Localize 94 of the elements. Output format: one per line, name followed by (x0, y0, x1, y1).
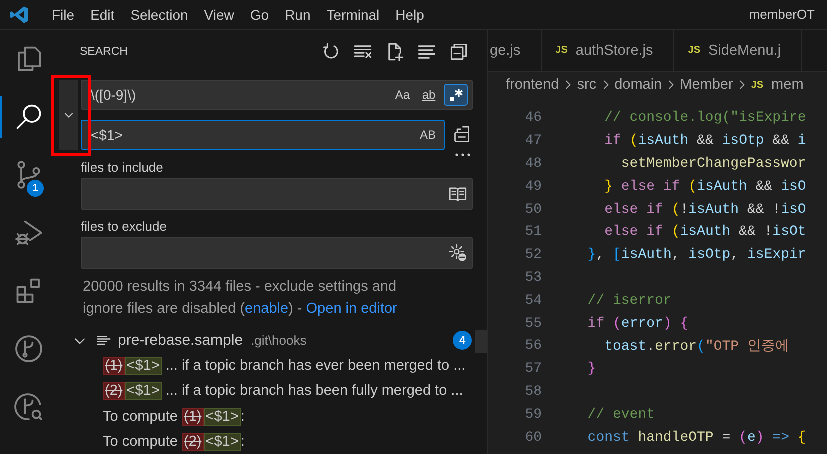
removed-text[interactable]: (2) (103, 382, 125, 400)
line-number: 57 (524, 361, 542, 378)
line-number: 54 (524, 292, 542, 309)
menu-item[interactable]: Terminal (318, 6, 388, 22)
include-field[interactable] (81, 178, 473, 210)
line-number: 52 (524, 247, 542, 264)
menu-item[interactable]: File (44, 6, 83, 22)
js-file-icon: JS (556, 45, 568, 56)
menu-item[interactable]: Run (277, 6, 319, 22)
new-file-icon[interactable] (386, 43, 404, 61)
match-context[interactable]: : (240, 408, 245, 425)
file-path: .git\hooks (251, 333, 308, 348)
inserted-text[interactable]: <$1> (124, 382, 162, 400)
match-context[interactable]: : (240, 434, 245, 450)
refresh-icon[interactable] (322, 43, 340, 61)
breadcrumb-item[interactable]: frontend (506, 77, 560, 93)
code-line: if (isAuth && isOtp && i (604, 133, 806, 150)
run-debug-icon[interactable] (14, 218, 44, 248)
menu-item[interactable]: Edit (82, 6, 123, 22)
inserted-text[interactable]: <$1> (204, 433, 241, 452)
js-file-icon: JS (751, 80, 764, 90)
inserted-text[interactable]: <$1> (124, 356, 162, 375)
line-number: 60 (524, 430, 542, 446)
replace-all-icon[interactable] (453, 126, 471, 144)
breadcrumb-item[interactable]: src (577, 77, 597, 93)
breadcrumb-item[interactable]: mem (772, 77, 804, 93)
gear-icon[interactable] (449, 244, 467, 262)
code-line: else if (isAuth && !isOt (604, 224, 806, 240)
line-number: 59 (524, 406, 542, 423)
list-icon[interactable] (418, 43, 436, 61)
code-line: } else if (isAuth && isO (604, 178, 806, 195)
line-number: 46 (524, 110, 542, 126)
logo-icon (10, 4, 30, 24)
code-line: }, [isAuth, isOtp, isExpir (586, 247, 806, 264)
code-line: // console.log("isExpire (604, 110, 806, 126)
code-line: if (error) { (586, 316, 689, 332)
code-line: const handleOTP = (e) => { (586, 430, 806, 446)
preserve-case-toggle[interactable]: AB (416, 124, 440, 146)
match-context[interactable]: ... if a topic branch has ever been merged to ... (162, 358, 466, 374)
file-lines-icon (97, 334, 111, 348)
ellipsis-icon[interactable] (454, 153, 472, 157)
js-file-icon: JS (688, 45, 700, 56)
line-number: 49 (524, 178, 542, 195)
removed-text[interactable]: (1) (182, 408, 204, 426)
menu-item[interactable]: View (196, 6, 242, 22)
replace-toggle-button[interactable] (59, 80, 78, 150)
match-context[interactable]: ... if a topic branch has been fully merged to ... (162, 383, 464, 400)
field-label: files to include (81, 159, 164, 177)
window-title: memberOT (749, 7, 815, 22)
line-number: 50 (524, 202, 542, 218)
field-label: files to exclude (81, 218, 168, 236)
count-badge: 1 (27, 180, 44, 197)
match-context[interactable]: To compute (103, 434, 182, 450)
regex-icon[interactable] (448, 87, 464, 103)
results-message: 20000 results in 3344 files - exclude settings and ignore files are disabled (enable) - Open in editor (82, 278, 398, 319)
removed-text[interactable]: (1) (103, 356, 125, 375)
match-count-badge: 4 (453, 331, 472, 350)
line-number: 53 (524, 270, 542, 286)
removed-text[interactable]: (2) (182, 433, 204, 452)
editor-tab[interactable]: ge.js (488, 30, 542, 71)
inserted-text[interactable]: <$1> (204, 408, 241, 426)
code-line: // iserror (586, 292, 672, 309)
text-link[interactable]: enable (245, 301, 289, 317)
menu-item[interactable]: Selection (122, 6, 196, 22)
code-line: } (586, 361, 596, 378)
book-icon[interactable] (449, 185, 467, 203)
line-number: 47 (524, 133, 542, 150)
text-link[interactable]: Open in editor (306, 301, 398, 317)
code-line: // event (586, 406, 656, 423)
breadcrumb-item[interactable]: domain (614, 77, 662, 93)
line-number: 55 (524, 316, 542, 332)
panel-title: SEARCH (80, 46, 129, 58)
line-number: 48 (524, 156, 542, 172)
replace-field[interactable]: <$1> AB (81, 120, 445, 150)
match-case-toggle[interactable]: Aa (391, 84, 414, 106)
regex-toggle[interactable] (444, 84, 468, 106)
code-line: toast.error("OTP 인증에 (604, 338, 790, 356)
exclude-field[interactable] (81, 237, 473, 269)
code-line: setMemberChangePasswor (620, 156, 806, 172)
collapse-all-icon[interactable] (450, 43, 468, 61)
line-number: 56 (524, 338, 542, 354)
branch-search-icon[interactable] (14, 392, 44, 422)
line-number: 51 (524, 224, 542, 240)
search-field[interactable]: \([0-9]\) Aa ab (81, 80, 473, 110)
whole-word-toggle[interactable]: ab (418, 84, 440, 106)
file-name[interactable]: pre-rebase.sample (118, 332, 244, 349)
branch-icon[interactable] (14, 334, 44, 364)
breadcrumb-item[interactable]: Member (680, 77, 734, 93)
menu-item[interactable]: Go (242, 6, 278, 22)
menu-item[interactable]: Help (388, 6, 432, 22)
line-number: 58 (524, 384, 542, 400)
clear-results-icon[interactable] (354, 43, 372, 61)
code-line: else if (!isAuth && !isO (604, 202, 806, 218)
match-context[interactable]: To compute (103, 408, 182, 425)
